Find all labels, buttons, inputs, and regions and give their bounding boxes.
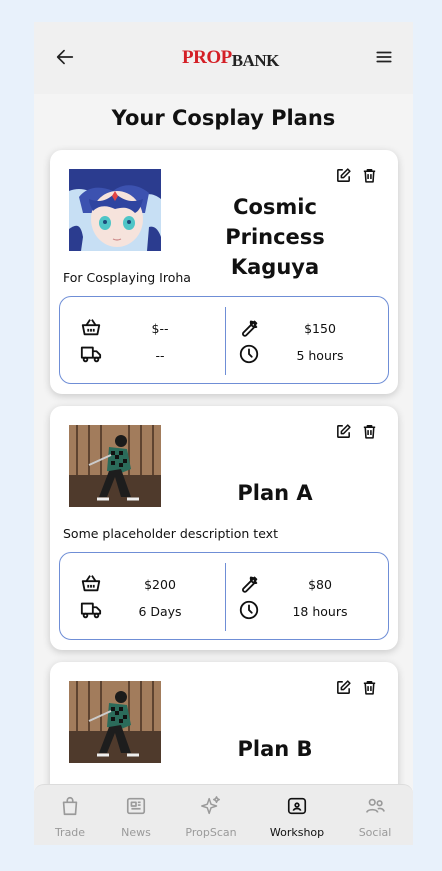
delete-icon[interactable] [361, 423, 378, 440]
stats-divider [225, 307, 226, 375]
card-actions [335, 679, 378, 696]
page-title: Your Cosplay Plans [111, 106, 336, 130]
shipping-truck-icon [80, 346, 102, 363]
plan-card[interactable]: Cosmic Princess Kaguya For Cosplaying Ir… [50, 150, 398, 394]
delete-icon[interactable] [361, 679, 378, 696]
tab-propscan[interactable]: PropScan [176, 795, 246, 840]
wrench-icon [242, 320, 258, 337]
plan-name: Plan A [237, 481, 313, 505]
shipping-time: -- [155, 348, 165, 363]
plan-description: Some placeholder description text [63, 526, 278, 541]
tab-label: Workshop [269, 826, 325, 839]
delete-icon[interactable] [361, 167, 378, 184]
sparkle-icon [201, 796, 220, 815]
workshop-icon [287, 797, 307, 815]
shipping-truck-icon [80, 602, 102, 619]
newspaper-icon [126, 797, 146, 815]
clock-icon [239, 600, 259, 620]
edit-icon[interactable] [335, 167, 352, 184]
plan-card[interactable]: Plan A Some placeholder description text… [50, 406, 398, 650]
plan-name: Cosmic Princess Kaguya [225, 195, 325, 279]
stats-divider [225, 563, 226, 631]
basket-icon [81, 575, 101, 592]
back-arrow-icon[interactable] [54, 46, 76, 68]
tools-cost: $150 [304, 321, 336, 336]
plan-thumbnail [69, 169, 161, 251]
tools-cost: $80 [308, 577, 332, 592]
app-screen: PROPBANK Your Cosplay Plans Cosmic Princ… [34, 22, 413, 845]
basket-icon [81, 319, 101, 336]
propbank-logo[interactable]: PROPBANK [182, 48, 279, 71]
tab-label: News [121, 826, 151, 839]
edit-icon[interactable] [335, 423, 352, 440]
plan-stats-panel: $-- -- $150 5 hours [59, 296, 389, 384]
card-actions [335, 167, 378, 184]
plan-thumbnail [69, 425, 161, 507]
tab-workshop[interactable]: Workshop [262, 795, 332, 840]
hamburger-menu-icon[interactable] [375, 48, 393, 66]
shipping-time: 6 Days [138, 604, 182, 619]
edit-icon[interactable] [335, 679, 352, 696]
plan-name: Plan B [237, 737, 313, 761]
card-actions [335, 423, 378, 440]
clock-icon [239, 344, 259, 364]
wrench-icon [242, 576, 258, 593]
materials-cost: $-- [151, 321, 169, 336]
people-icon [365, 798, 385, 813]
tab-trade[interactable]: Trade [35, 795, 105, 840]
plan-description: For Cosplaying Iroha [63, 270, 191, 285]
labor-time: 5 hours [296, 348, 344, 363]
plan-stats-panel: $200 6 Days $80 18 hours [59, 552, 389, 640]
app-header: PROPBANK [34, 22, 413, 94]
tab-label: Trade [54, 826, 86, 839]
materials-cost: $200 [144, 577, 176, 592]
tab-label: Social [358, 826, 392, 839]
tab-label: PropScan [185, 826, 237, 839]
plan-thumbnail [69, 681, 161, 763]
labor-time: 18 hours [292, 604, 348, 619]
tab-news[interactable]: News [101, 795, 171, 840]
shopping-bag-icon [62, 796, 78, 816]
bottom-tab-bar: Trade News PropScan Workshop Social [34, 784, 413, 845]
tab-social[interactable]: Social [340, 795, 410, 840]
